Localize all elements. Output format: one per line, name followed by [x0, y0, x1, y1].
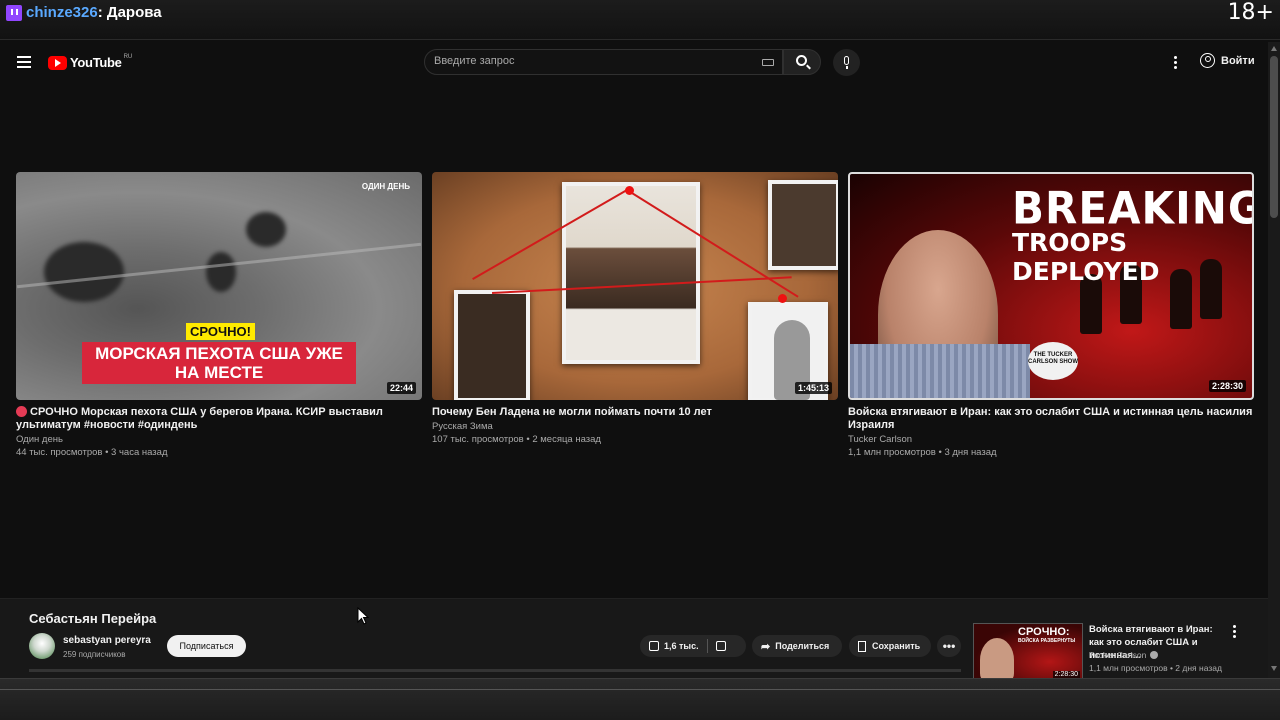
show-logo: THE TUCKER CARLSON SHOW: [1028, 342, 1078, 380]
verified-icon: [1150, 651, 1159, 659]
share-icon: ➦: [761, 640, 771, 653]
youtube-page: YouTube RU Введите запрос Войти ОДИН ДЕН…: [0, 42, 1280, 679]
dislike-icon[interactable]: [715, 641, 726, 651]
youtube-play-icon: [48, 55, 67, 70]
age-rating-badge: 18+: [1227, 0, 1274, 25]
video-thumbnail[interactable]: 1:45:13: [432, 172, 838, 400]
youtube-logo[interactable]: YouTube RU: [48, 53, 133, 70]
settings-menu-icon[interactable]: [1174, 56, 1177, 71]
like-dislike-group: 1,6 тыс.: [640, 635, 746, 657]
save-button[interactable]: Сохранить: [849, 635, 931, 657]
channel-name[interactable]: sebastyan pereyra: [63, 635, 151, 646]
voice-search-button[interactable]: [833, 49, 860, 76]
page-scrollbar[interactable]: [1268, 42, 1280, 678]
logo-text: YouTube: [70, 55, 122, 70]
video-card[interactable]: BREAKING: TROOPS DEPLOYED THE TUCKER CAR…: [848, 172, 1254, 458]
signin-button[interactable]: Войти: [1200, 53, 1255, 68]
video-channel[interactable]: Tucker Carlson: [848, 434, 1254, 445]
keyboard-icon[interactable]: [762, 59, 774, 66]
thumb-headline: BREAKING:: [1012, 182, 1252, 235]
chat-separator: :: [97, 4, 103, 21]
video-card[interactable]: ОДИН ДЕНЬ СРОЧНО! МОРСКАЯ ПЕХОТА США УЖЕ…: [16, 172, 422, 458]
next-video-thumbnail[interactable]: СРОЧНО: ВОЙСКА РАЗВЕРНУТЫ 2:28:30: [973, 623, 1083, 679]
video-meta: 1,1 млн просмотров • 3 дня назад: [848, 447, 997, 458]
account-icon: [1200, 53, 1215, 68]
watch-info-bar: Себастьян Перейра sebastyan pereyra 259 …: [0, 598, 1268, 679]
twitch-icon: [6, 5, 22, 21]
duration-badge: 2:28:30: [1208, 380, 1246, 392]
scroll-up-arrow-icon[interactable]: [1271, 46, 1277, 51]
search-icon: [796, 55, 807, 66]
live-dot-icon: [16, 406, 27, 417]
subscribe-button[interactable]: Подписаться: [167, 635, 246, 657]
scroll-thumb[interactable]: [1270, 56, 1278, 218]
search-placeholder: Введите запрос: [434, 55, 515, 67]
video-title[interactable]: Почему Бен Ладена не могли поймать почти…: [432, 406, 838, 419]
video-meta: 107 тыс. просмотров • 2 месяца назад: [432, 434, 601, 445]
next-video-menu-icon[interactable]: [1233, 625, 1236, 640]
chat-username: chinze326: [26, 4, 98, 21]
video-title[interactable]: Войска втягивают в Иран: как это ослабит…: [848, 406, 1254, 432]
next-thumb-subheadline: ВОЙСКА РАЗВЕРНУТЫ: [1018, 638, 1076, 644]
chat-text: Дарова: [106, 4, 162, 21]
video-title[interactable]: СРОЧНО Морская пехота США у берегов Иран…: [16, 406, 422, 432]
subscriber-count: 259 подписчиков: [63, 650, 126, 659]
video-channel[interactable]: Один день: [16, 434, 422, 445]
thumb-headline: МОРСКАЯ ПЕХОТА США УЖЕ НА МЕСТЕ: [82, 342, 356, 384]
thumb-subheadline: TROOPS DEPLOYED: [1012, 228, 1160, 286]
masthead: YouTube RU Введите запрос Войти: [0, 42, 1280, 82]
bookmark-icon: [858, 640, 866, 652]
search-input[interactable]: Введите запрос: [424, 49, 783, 75]
video-channel[interactable]: Русская Зима: [432, 421, 838, 432]
save-label: Сохранить: [872, 641, 921, 651]
stream-bottom-overlay: [0, 678, 1280, 720]
stream-chat-overlay: chinze326: Дарова 18+: [0, 0, 1280, 40]
chat-message-line: chinze326: Дарова: [26, 4, 162, 21]
signin-label: Войти: [1221, 54, 1255, 67]
hamburger-menu-icon[interactable]: [17, 56, 31, 68]
next-thumb-headline: СРОЧНО:: [1018, 626, 1070, 638]
microphone-icon: [844, 56, 849, 65]
video-card[interactable]: 1:45:13 Почему Бен Ладена не могли пойма…: [432, 172, 838, 445]
duration-badge: 1:45:13: [794, 382, 832, 394]
thumb-tag: СРОЧНО!: [186, 323, 255, 340]
like-count[interactable]: 1,6 тыс.: [664, 641, 699, 651]
channel-avatar[interactable]: [29, 633, 55, 659]
like-icon[interactable]: [649, 641, 659, 651]
next-video-channel[interactable]: Tucker Carlson: [1089, 650, 1159, 660]
search-button[interactable]: [783, 49, 821, 75]
video-meta: 44 тыс. просмотров • 3 часа назад: [16, 447, 168, 458]
next-duration-badge: 2:28:30: [1052, 671, 1080, 678]
player-progress-bar[interactable]: [29, 669, 961, 672]
share-button[interactable]: ➦ Поделиться: [752, 635, 842, 657]
video-thumbnail[interactable]: BREAKING: TROOPS DEPLOYED THE TUCKER CAR…: [848, 172, 1254, 400]
duration-badge: 22:44: [386, 382, 416, 394]
share-label: Поделиться: [775, 641, 830, 651]
logo-region: RU: [123, 53, 133, 60]
thumb-brand-logo: ОДИН ДЕНЬ: [361, 182, 410, 191]
watch-title: Себастьян Перейра: [29, 611, 157, 626]
video-thumbnail[interactable]: ОДИН ДЕНЬ СРОЧНО! МОРСКАЯ ПЕХОТА США УЖЕ…: [16, 172, 422, 400]
next-video-meta: 1,1 млн просмотров • 2 дня назад: [1089, 663, 1222, 673]
more-actions-button[interactable]: •••: [937, 635, 961, 657]
scroll-down-arrow-icon[interactable]: [1271, 666, 1277, 671]
